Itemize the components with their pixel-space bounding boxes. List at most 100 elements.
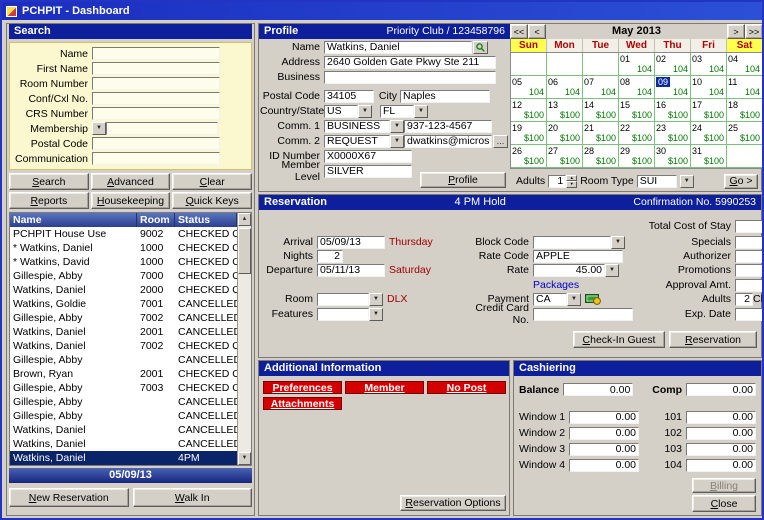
search-input-communication[interactable]: [92, 152, 220, 165]
rate-input[interactable]: [533, 264, 605, 277]
calendar-day-cell[interactable]: 25$100: [727, 122, 763, 145]
calendar-day-cell[interactable]: 12$100: [511, 99, 547, 122]
table-scrollbar[interactable]: ▲ ▼: [237, 213, 251, 465]
window-1-amount-input[interactable]: [569, 411, 639, 424]
preferences-lamp-button[interactable]: Preferences: [263, 381, 342, 394]
table-row[interactable]: PCHPIT House Use9002CHECKED OUT: [10, 227, 237, 241]
calendar-day-cell[interactable]: 03104: [691, 53, 727, 76]
block-code-dropdown-icon[interactable]: ▼: [611, 236, 625, 249]
housekeeping-button[interactable]: Housekeeping: [91, 192, 171, 209]
comp-input[interactable]: [686, 383, 756, 396]
room-type-dropdown-icon[interactable]: ▼: [680, 175, 694, 188]
calendar-day-cell[interactable]: 13$100: [547, 99, 583, 122]
adults-down-icon[interactable]: ▼: [566, 181, 577, 188]
address-input[interactable]: [324, 56, 496, 69]
nights-input[interactable]: [317, 250, 343, 263]
table-row[interactable]: Gillespie, Abby7000CHECKED OUT: [10, 269, 237, 283]
res-adults-input[interactable]: [735, 293, 753, 306]
promotions-input[interactable]: [735, 264, 764, 277]
table-row[interactable]: Watkins, DanielCANCELLED: [10, 437, 237, 451]
room-type-input[interactable]: [637, 175, 677, 188]
search-input-membership[interactable]: [106, 122, 218, 135]
clear-button[interactable]: Clear: [172, 173, 252, 190]
calendar-prev-month-button[interactable]: <: [528, 24, 546, 39]
search-input-name[interactable]: [92, 47, 220, 60]
table-row[interactable]: Gillespie, Abby7002CANCELLED: [10, 311, 237, 325]
comm2-type-input[interactable]: [324, 135, 390, 148]
name-lookup-icon[interactable]: [473, 41, 488, 54]
adults-stepper[interactable]: ▲ ▼: [548, 175, 577, 188]
calendar-day-cell[interactable]: 17$100: [691, 99, 727, 122]
table-row[interactable]: Watkins, Daniel4PM: [10, 451, 237, 465]
business-input[interactable]: [324, 71, 496, 84]
comm1-type-input[interactable]: [324, 120, 390, 133]
calendar-day-cell[interactable]: 21$100: [583, 122, 619, 145]
close-button[interactable]: Close: [692, 495, 756, 512]
calendar-day-cell[interactable]: 11104: [727, 76, 763, 99]
search-input-crs-number[interactable]: [92, 107, 220, 120]
calendar-day-cell[interactable]: 07104: [583, 76, 619, 99]
profile-button[interactable]: Profile: [420, 172, 506, 188]
calendar-day-cell[interactable]: 20$100: [547, 122, 583, 145]
go-button[interactable]: Go >: [724, 174, 758, 189]
features-input[interactable]: [317, 308, 369, 321]
calendar-day-cell[interactable]: 28$100: [583, 145, 619, 168]
exp-date-input[interactable]: [735, 308, 764, 321]
search-input-room-number[interactable]: [92, 77, 220, 90]
rate-dropdown-icon[interactable]: ▼: [605, 264, 619, 277]
calendar-day-cell[interactable]: 10104: [691, 76, 727, 99]
member-lamp-button[interactable]: Member: [345, 381, 424, 394]
search-input-postal-code[interactable]: [92, 137, 220, 150]
column-header-status[interactable]: Status: [175, 213, 237, 227]
reservation-button[interactable]: Reservation: [669, 331, 757, 348]
features-dropdown-icon[interactable]: ▼: [369, 308, 383, 321]
calendar-day-cell[interactable]: 14$100: [583, 99, 619, 122]
table-row[interactable]: Gillespie, AbbyCANCELLED: [10, 353, 237, 367]
room-101-amount-input[interactable]: [686, 411, 756, 424]
calendar-day-cell[interactable]: 08104: [619, 76, 655, 99]
specials-input[interactable]: [735, 236, 764, 249]
state-input[interactable]: [380, 105, 414, 118]
search-button[interactable]: Search: [9, 173, 89, 190]
calendar-day-cell[interactable]: 18$100: [727, 99, 763, 122]
billing-button[interactable]: Billing: [692, 478, 756, 493]
table-row[interactable]: Watkins, DanielCANCELLED: [10, 423, 237, 437]
calendar-day-cell[interactable]: 19$100: [511, 122, 547, 145]
reservation-options-button[interactable]: Reservation Options: [400, 495, 506, 511]
calendar-day-cell[interactable]: 22$100: [619, 122, 655, 145]
calendar-day-cell[interactable]: 02104: [655, 53, 691, 76]
calendar-day-cell[interactable]: 26$100: [511, 145, 547, 168]
calendar-day-cell[interactable]: 27$100: [547, 145, 583, 168]
room-104-amount-input[interactable]: [686, 459, 756, 472]
calendar-day-cell[interactable]: 01104: [619, 53, 655, 76]
table-row[interactable]: * Watkins, Daniel1000CHECKED OUT: [10, 241, 237, 255]
balance-input[interactable]: [563, 383, 633, 396]
table-row[interactable]: Watkins, Daniel2000CHECKED OUT: [10, 283, 237, 297]
window-4-amount-input[interactable]: [569, 459, 639, 472]
country-input[interactable]: [324, 105, 358, 118]
table-row[interactable]: Gillespie, AbbyCANCELLED: [10, 409, 237, 423]
room-dropdown-icon[interactable]: ▼: [369, 293, 383, 306]
calendar-day-cell[interactable]: 09104: [655, 76, 691, 99]
reports-button[interactable]: Reports: [9, 192, 89, 209]
postal-code-input[interactable]: [324, 90, 374, 103]
calendar-day-cell[interactable]: 05104: [511, 76, 547, 99]
calendar-day-cell[interactable]: 29$100: [619, 145, 655, 168]
calendar-next-month-button[interactable]: >: [727, 24, 745, 39]
room-102-amount-input[interactable]: [686, 427, 756, 440]
window-2-amount-input[interactable]: [569, 427, 639, 440]
table-row[interactable]: Gillespie, AbbyCANCELLED: [10, 395, 237, 409]
advanced-button[interactable]: Advanced: [91, 173, 171, 190]
table-row[interactable]: Brown, Ryan2001CHECKED OUT: [10, 367, 237, 381]
member-level-input[interactable]: [324, 165, 412, 178]
scrollbar-track[interactable]: [238, 226, 251, 452]
calendar-prev-year-button[interactable]: <<: [510, 24, 528, 39]
table-row[interactable]: Gillespie, Abby7003CHECKED OUT: [10, 381, 237, 395]
packages-link[interactable]: Packages: [533, 279, 579, 291]
table-row[interactable]: * Watkins, David1000CHECKED OUT: [10, 255, 237, 269]
table-row[interactable]: Watkins, Goldie7001CANCELLED: [10, 297, 237, 311]
rate-code-input[interactable]: [533, 250, 623, 263]
quick-keys-button[interactable]: Quick Keys: [172, 192, 252, 209]
window-3-amount-input[interactable]: [569, 443, 639, 456]
comm2-value-input[interactable]: [404, 135, 492, 148]
